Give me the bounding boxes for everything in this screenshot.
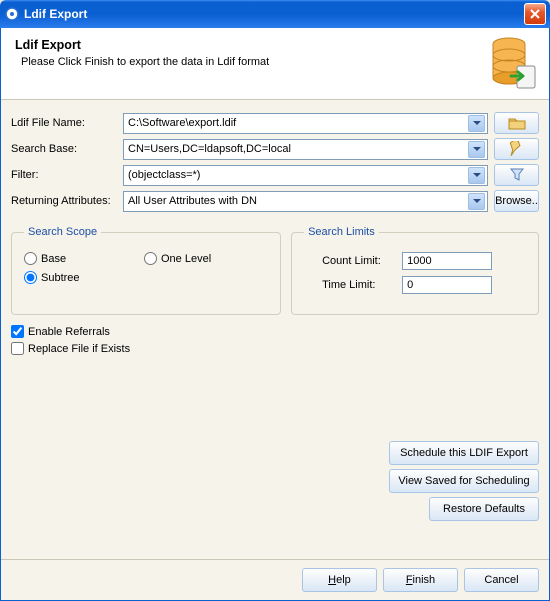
scope-subtree-label: Subtree — [41, 272, 80, 284]
page-subtitle: Please Click Finish to export the data i… — [15, 56, 535, 68]
time-limit-label: Time Limit: — [322, 279, 402, 291]
search-base-picker-button[interactable] — [494, 138, 539, 160]
window-title: Ldif Export — [24, 7, 524, 21]
file-name-combo[interactable]: C:\Software\export.ldif — [123, 113, 488, 134]
chevron-down-icon[interactable] — [468, 115, 485, 132]
file-name-value: C:\Software\export.ldif — [128, 117, 468, 129]
search-limits-group: Search Limits Count Limit: Time Limit: — [291, 226, 539, 315]
enable-referrals-check[interactable]: Enable Referrals — [11, 325, 539, 338]
count-limit-input[interactable] — [402, 252, 492, 270]
scope-onelevel-label: One Level — [161, 253, 211, 265]
close-button[interactable] — [524, 3, 546, 25]
replace-file-check[interactable]: Replace File if Exists — [11, 342, 539, 355]
scope-base-radio[interactable]: Base — [24, 252, 114, 265]
cancel-label: Cancel — [484, 574, 518, 586]
schedule-export-button[interactable]: Schedule this LDIF Export — [389, 441, 539, 465]
schedule-label: Schedule this LDIF Export — [400, 447, 528, 459]
enable-referrals-label: Enable Referrals — [28, 326, 110, 338]
file-name-label: Ldif File Name: — [11, 117, 123, 129]
filter-combo[interactable]: (objectclass=*) — [123, 165, 488, 186]
filter-editor-button[interactable] — [494, 164, 539, 186]
filter-value: (objectclass=*) — [128, 169, 468, 181]
help-button[interactable]: Help — [302, 568, 377, 592]
database-export-icon — [489, 36, 539, 95]
view-saved-button[interactable]: View Saved for Scheduling — [389, 469, 539, 493]
page-title: Ldif Export — [15, 38, 535, 52]
cancel-button[interactable]: Cancel — [464, 568, 539, 592]
replace-file-label: Replace File if Exists — [28, 343, 130, 355]
browse-attrs-button[interactable]: Browse.. — [494, 190, 539, 212]
finish-button[interactable]: Finish — [383, 568, 458, 592]
chevron-down-icon[interactable] — [468, 193, 485, 210]
help-label: Help — [328, 574, 351, 586]
filter-label: Filter: — [11, 169, 123, 181]
view-saved-label: View Saved for Scheduling — [398, 475, 529, 487]
restore-defaults-button[interactable]: Restore Defaults — [429, 497, 539, 521]
scope-base-label: Base — [41, 253, 66, 265]
app-icon — [4, 6, 20, 22]
time-limit-input[interactable] — [402, 276, 492, 294]
returning-attrs-combo[interactable]: All User Attributes with DN — [123, 191, 488, 212]
count-limit-label: Count Limit: — [322, 255, 402, 267]
chevron-down-icon[interactable] — [468, 167, 485, 184]
title-bar: Ldif Export — [0, 0, 550, 28]
chevron-down-icon[interactable] — [468, 141, 485, 158]
returning-attrs-value: All User Attributes with DN — [128, 195, 468, 207]
button-bar: Help Finish Cancel — [1, 559, 549, 600]
restore-label: Restore Defaults — [443, 503, 525, 515]
scope-subtree-radio[interactable]: Subtree — [24, 271, 114, 284]
search-base-value: CN=Users,DC=ldapsoft,DC=local — [128, 143, 468, 155]
returning-attrs-label: Returning Attributes: — [11, 195, 123, 207]
scope-onelevel-radio[interactable]: One Level — [144, 252, 234, 265]
search-base-label: Search Base: — [11, 143, 123, 155]
search-limits-legend: Search Limits — [304, 226, 379, 238]
browse-file-button[interactable] — [494, 112, 539, 134]
search-scope-legend: Search Scope — [24, 226, 101, 238]
search-scope-group: Search Scope Base One Level Subtree — [11, 226, 281, 315]
search-base-combo[interactable]: CN=Users,DC=ldapsoft,DC=local — [123, 139, 488, 160]
finish-label: Finish — [406, 574, 435, 586]
wizard-header: Ldif Export Please Click Finish to expor… — [1, 28, 549, 100]
browse-label: Browse.. — [495, 195, 538, 207]
